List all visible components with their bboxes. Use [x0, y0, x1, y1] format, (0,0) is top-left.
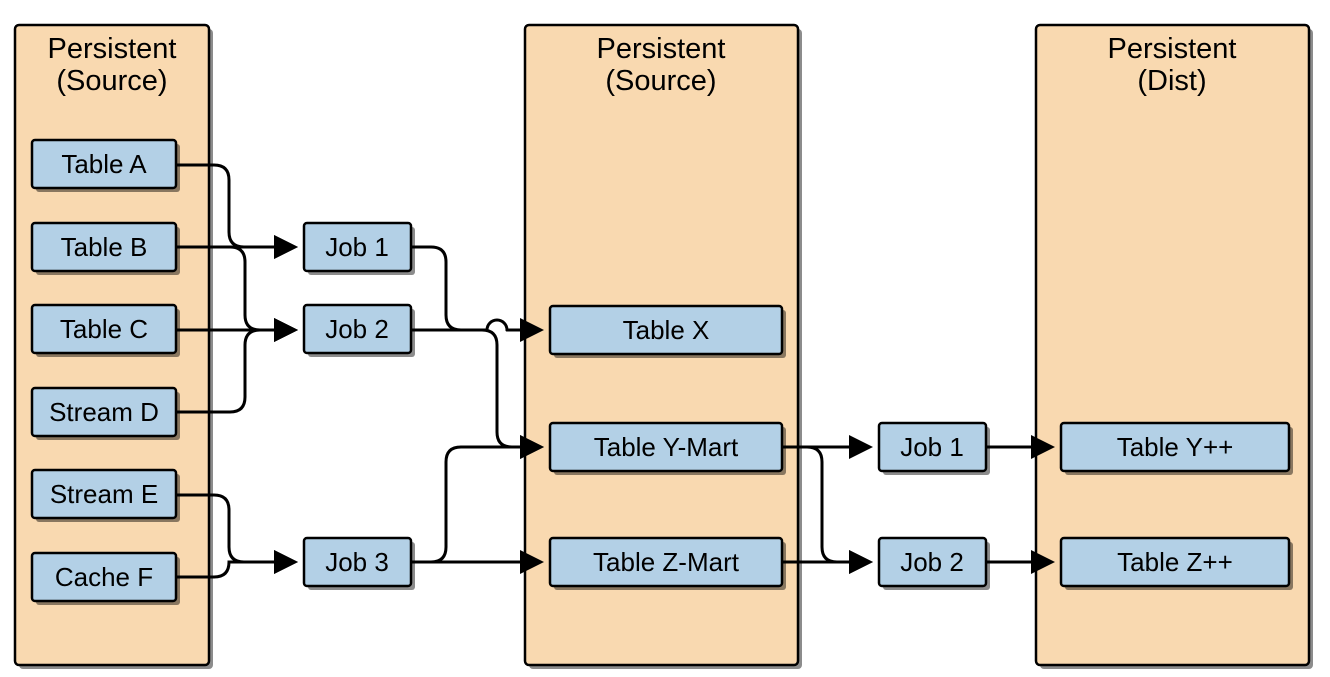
- node-cache-f: Cache F: [32, 553, 180, 605]
- svg-text:Stream E: Stream E: [50, 479, 158, 509]
- container-subtitle: (Source): [605, 65, 716, 97]
- svg-text:Job 1: Job 1: [325, 232, 389, 262]
- svg-text:Table A: Table A: [61, 149, 147, 179]
- node-table-c: Table C: [32, 305, 180, 357]
- svg-text:Table Y++: Table Y++: [1117, 432, 1234, 462]
- svg-text:Table B: Table B: [61, 232, 148, 262]
- svg-text:Table C: Table C: [60, 314, 148, 344]
- node-table-a: Table A: [32, 140, 180, 192]
- svg-text:Table Y-Mart: Table Y-Mart: [594, 432, 739, 462]
- node-job-1b: Job 1: [879, 423, 990, 475]
- node-table-zpp: Table Z++: [1061, 538, 1293, 590]
- container-subtitle: (Dist): [1137, 65, 1206, 97]
- node-table-x: Table X: [550, 306, 786, 358]
- node-job-1a: Job 1: [304, 223, 415, 275]
- svg-text:Table Z++: Table Z++: [1117, 547, 1233, 577]
- node-table-ypp: Table Y++: [1061, 423, 1293, 475]
- svg-text:Job 2: Job 2: [325, 314, 389, 344]
- svg-text:Job 3: Job 3: [325, 547, 389, 577]
- node-table-b: Table B: [32, 223, 180, 275]
- svg-text:Table X: Table X: [623, 315, 710, 345]
- node-stream-e: Stream E: [32, 470, 180, 522]
- svg-text:Job 1: Job 1: [900, 432, 964, 462]
- svg-text:Table Z-Mart: Table Z-Mart: [593, 547, 740, 577]
- node-job-2a: Job 2: [304, 305, 415, 357]
- svg-text:Cache F: Cache F: [55, 562, 153, 592]
- node-job-2b: Job 2: [879, 538, 990, 590]
- svg-text:Job 2: Job 2: [900, 547, 964, 577]
- container-subtitle: (Source): [56, 65, 167, 97]
- container-title: Persistent: [48, 33, 177, 65]
- node-table-z-mart: Table Z-Mart: [550, 538, 786, 590]
- container-title: Persistent: [1108, 33, 1237, 65]
- container-title: Persistent: [597, 33, 726, 65]
- node-stream-d: Stream D: [32, 388, 180, 440]
- node-job-3a: Job 3: [304, 538, 415, 590]
- svg-text:Stream D: Stream D: [49, 397, 159, 427]
- pipeline-diagram: Persistent (Source) Persistent (Source) …: [0, 0, 1330, 677]
- node-table-y-mart: Table Y-Mart: [550, 423, 786, 475]
